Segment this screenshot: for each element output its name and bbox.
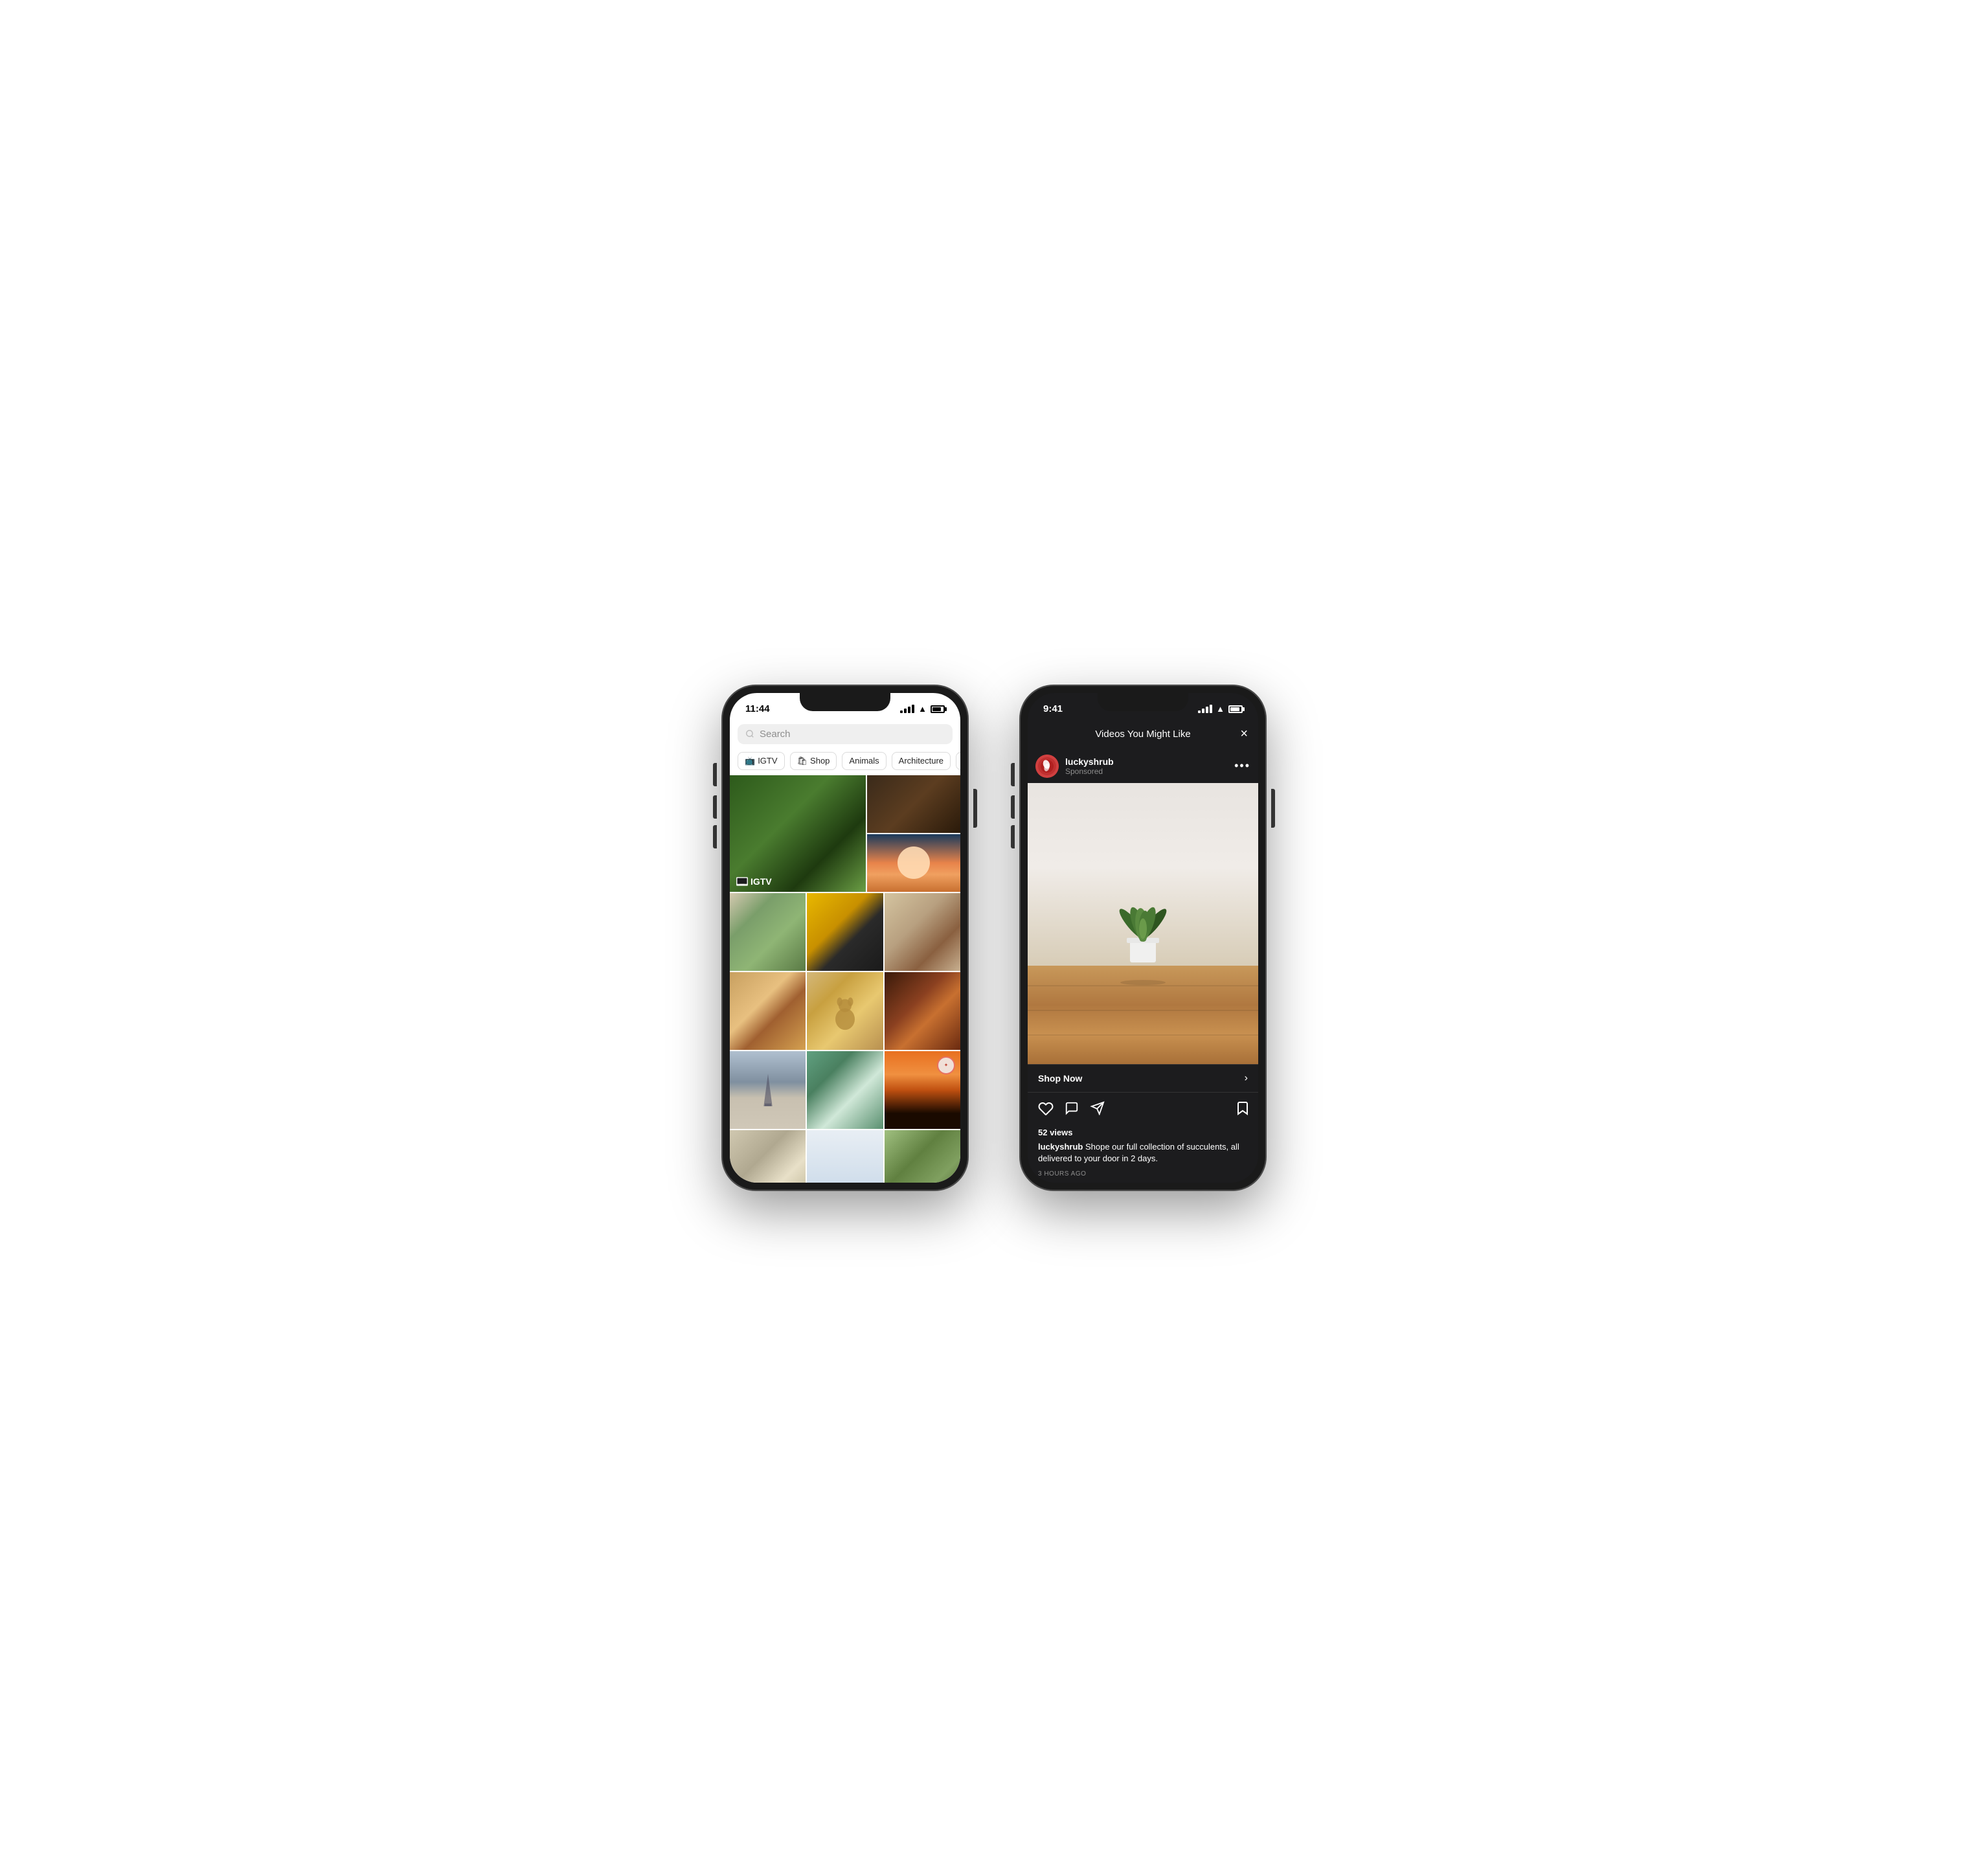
grid-cell-noodles[interactable] — [730, 972, 806, 1050]
wifi-icon-right: ▲ — [1216, 704, 1225, 714]
shop-now-label: Shop Now — [1038, 1073, 1082, 1084]
left-phone-screen: 11:44 ▲ — [730, 693, 960, 1183]
sponsored-label: Sponsored — [1065, 767, 1114, 776]
dark-screen: 9:41 ▲ — [1028, 693, 1258, 1183]
search-bar-container: Search — [730, 722, 960, 747]
avatar — [1035, 755, 1059, 778]
igtv-overlay-label: IGTV — [736, 876, 772, 887]
like-button[interactable] — [1038, 1101, 1054, 1120]
views-count: 52 views — [1028, 1128, 1258, 1140]
battery-icon — [931, 705, 945, 713]
grid-cell-coffee[interactable] — [885, 972, 960, 1050]
grid-right-col-1 — [867, 775, 960, 892]
time-right: 9:41 — [1043, 703, 1063, 714]
grid-row-3 — [730, 972, 960, 1050]
video-area[interactable] — [1028, 783, 1258, 1065]
pill-igtv-label: IGTV — [758, 756, 777, 766]
post-user-info: luckyshrub Sponsored — [1035, 755, 1114, 778]
grid-cell-building[interactable] — [807, 1051, 883, 1129]
grid-cell-igtv[interactable]: IGTV — [730, 775, 866, 892]
shop-now-bar[interactable]: Shop Now › — [1028, 1064, 1258, 1093]
grid-cell-surfer[interactable]: ✦ — [885, 1051, 960, 1129]
action-bar — [1028, 1093, 1258, 1128]
bookmark-button[interactable] — [1235, 1100, 1248, 1120]
grid-cell-bookshelf[interactable] — [730, 1130, 806, 1183]
grid-cell-dog[interactable] — [807, 972, 883, 1050]
right-phone-screen: 9:41 ▲ — [1028, 693, 1258, 1183]
right-phone: 9:41 ▲ — [1020, 685, 1266, 1190]
post-header: luckyshrub Sponsored ••• — [1028, 749, 1258, 783]
phones-container: 11:44 ▲ — [722, 685, 1266, 1190]
video-header: Videos You Might Like × — [1028, 722, 1258, 749]
grid-cell-sunset[interactable] — [867, 834, 960, 892]
grid-row-1: IGTV — [730, 775, 960, 892]
grid-cell-house[interactable] — [730, 893, 806, 971]
pill-shop[interactable]: 🛍 Shop — [790, 752, 837, 770]
notch-right — [1098, 693, 1188, 711]
search-icon — [745, 729, 754, 738]
igtv-pill-icon: 📺 — [745, 756, 755, 766]
pill-shop-label: Shop — [810, 756, 830, 766]
pill-igtv[interactable]: 📺 IGTV — [738, 752, 785, 770]
timestamp: 3 HOURS AGO — [1028, 1168, 1258, 1183]
search-placeholder: Search — [760, 729, 791, 740]
succulent-plant — [1107, 878, 1179, 969]
video-title: Videos You Might Like — [1056, 729, 1230, 740]
grid-cell-tower[interactable] — [730, 1051, 806, 1129]
grid-row-2 — [730, 893, 960, 971]
grid-cell-food[interactable] — [867, 775, 960, 833]
time-left: 11:44 — [745, 703, 770, 714]
user-text-block: luckyshrub Sponsored — [1065, 756, 1114, 776]
pill-architecture-label: Architecture — [899, 756, 943, 766]
pill-home[interactable]: Ho... — [956, 752, 960, 770]
grid-row-5 — [730, 1130, 960, 1183]
grid-cell-food2[interactable] — [885, 893, 960, 971]
comment-button[interactable] — [1064, 1101, 1079, 1120]
grid-row-4: ✦ — [730, 1051, 960, 1129]
username-label: luckyshrub — [1065, 756, 1114, 767]
signal-icon — [900, 705, 914, 713]
battery-icon-right — [1228, 705, 1243, 713]
pill-architecture[interactable]: Architecture — [892, 752, 951, 770]
grid-cell-car[interactable] — [807, 893, 883, 971]
igtv-text: IGTV — [751, 876, 772, 887]
left-phone: 11:44 ▲ — [722, 685, 968, 1190]
chevron-right-icon: › — [1245, 1073, 1248, 1084]
post-logo: ✦ — [937, 1056, 955, 1074]
more-menu-button[interactable]: ••• — [1234, 759, 1250, 773]
wifi-icon: ▲ — [918, 704, 927, 714]
shop-pill-icon: 🛍 — [797, 756, 808, 766]
search-bar[interactable]: Search — [738, 724, 953, 744]
pill-animals-label: Animals — [849, 756, 879, 766]
close-button[interactable]: × — [1230, 727, 1248, 742]
share-button[interactable] — [1090, 1101, 1105, 1120]
notch-left — [800, 693, 890, 711]
explore-screen: 11:44 ▲ — [730, 693, 960, 1183]
caption-username: luckyshrub — [1038, 1142, 1083, 1152]
signal-icon-right — [1198, 705, 1212, 713]
grid-cell-snow[interactable] — [807, 1130, 883, 1183]
plant-shadow — [1120, 980, 1166, 985]
category-pills: 📺 IGTV 🛍 Shop Animals Architecture Ho. — [730, 747, 960, 775]
caption: luckyshrub Shope our full collection of … — [1028, 1140, 1258, 1167]
grid-cell-plants-row5[interactable] — [885, 1130, 960, 1183]
status-icons-left: ▲ — [900, 704, 945, 714]
pill-animals[interactable]: Animals — [842, 752, 886, 770]
explore-grid: IGTV — [730, 775, 960, 1183]
status-icons-right: ▲ — [1198, 704, 1243, 714]
